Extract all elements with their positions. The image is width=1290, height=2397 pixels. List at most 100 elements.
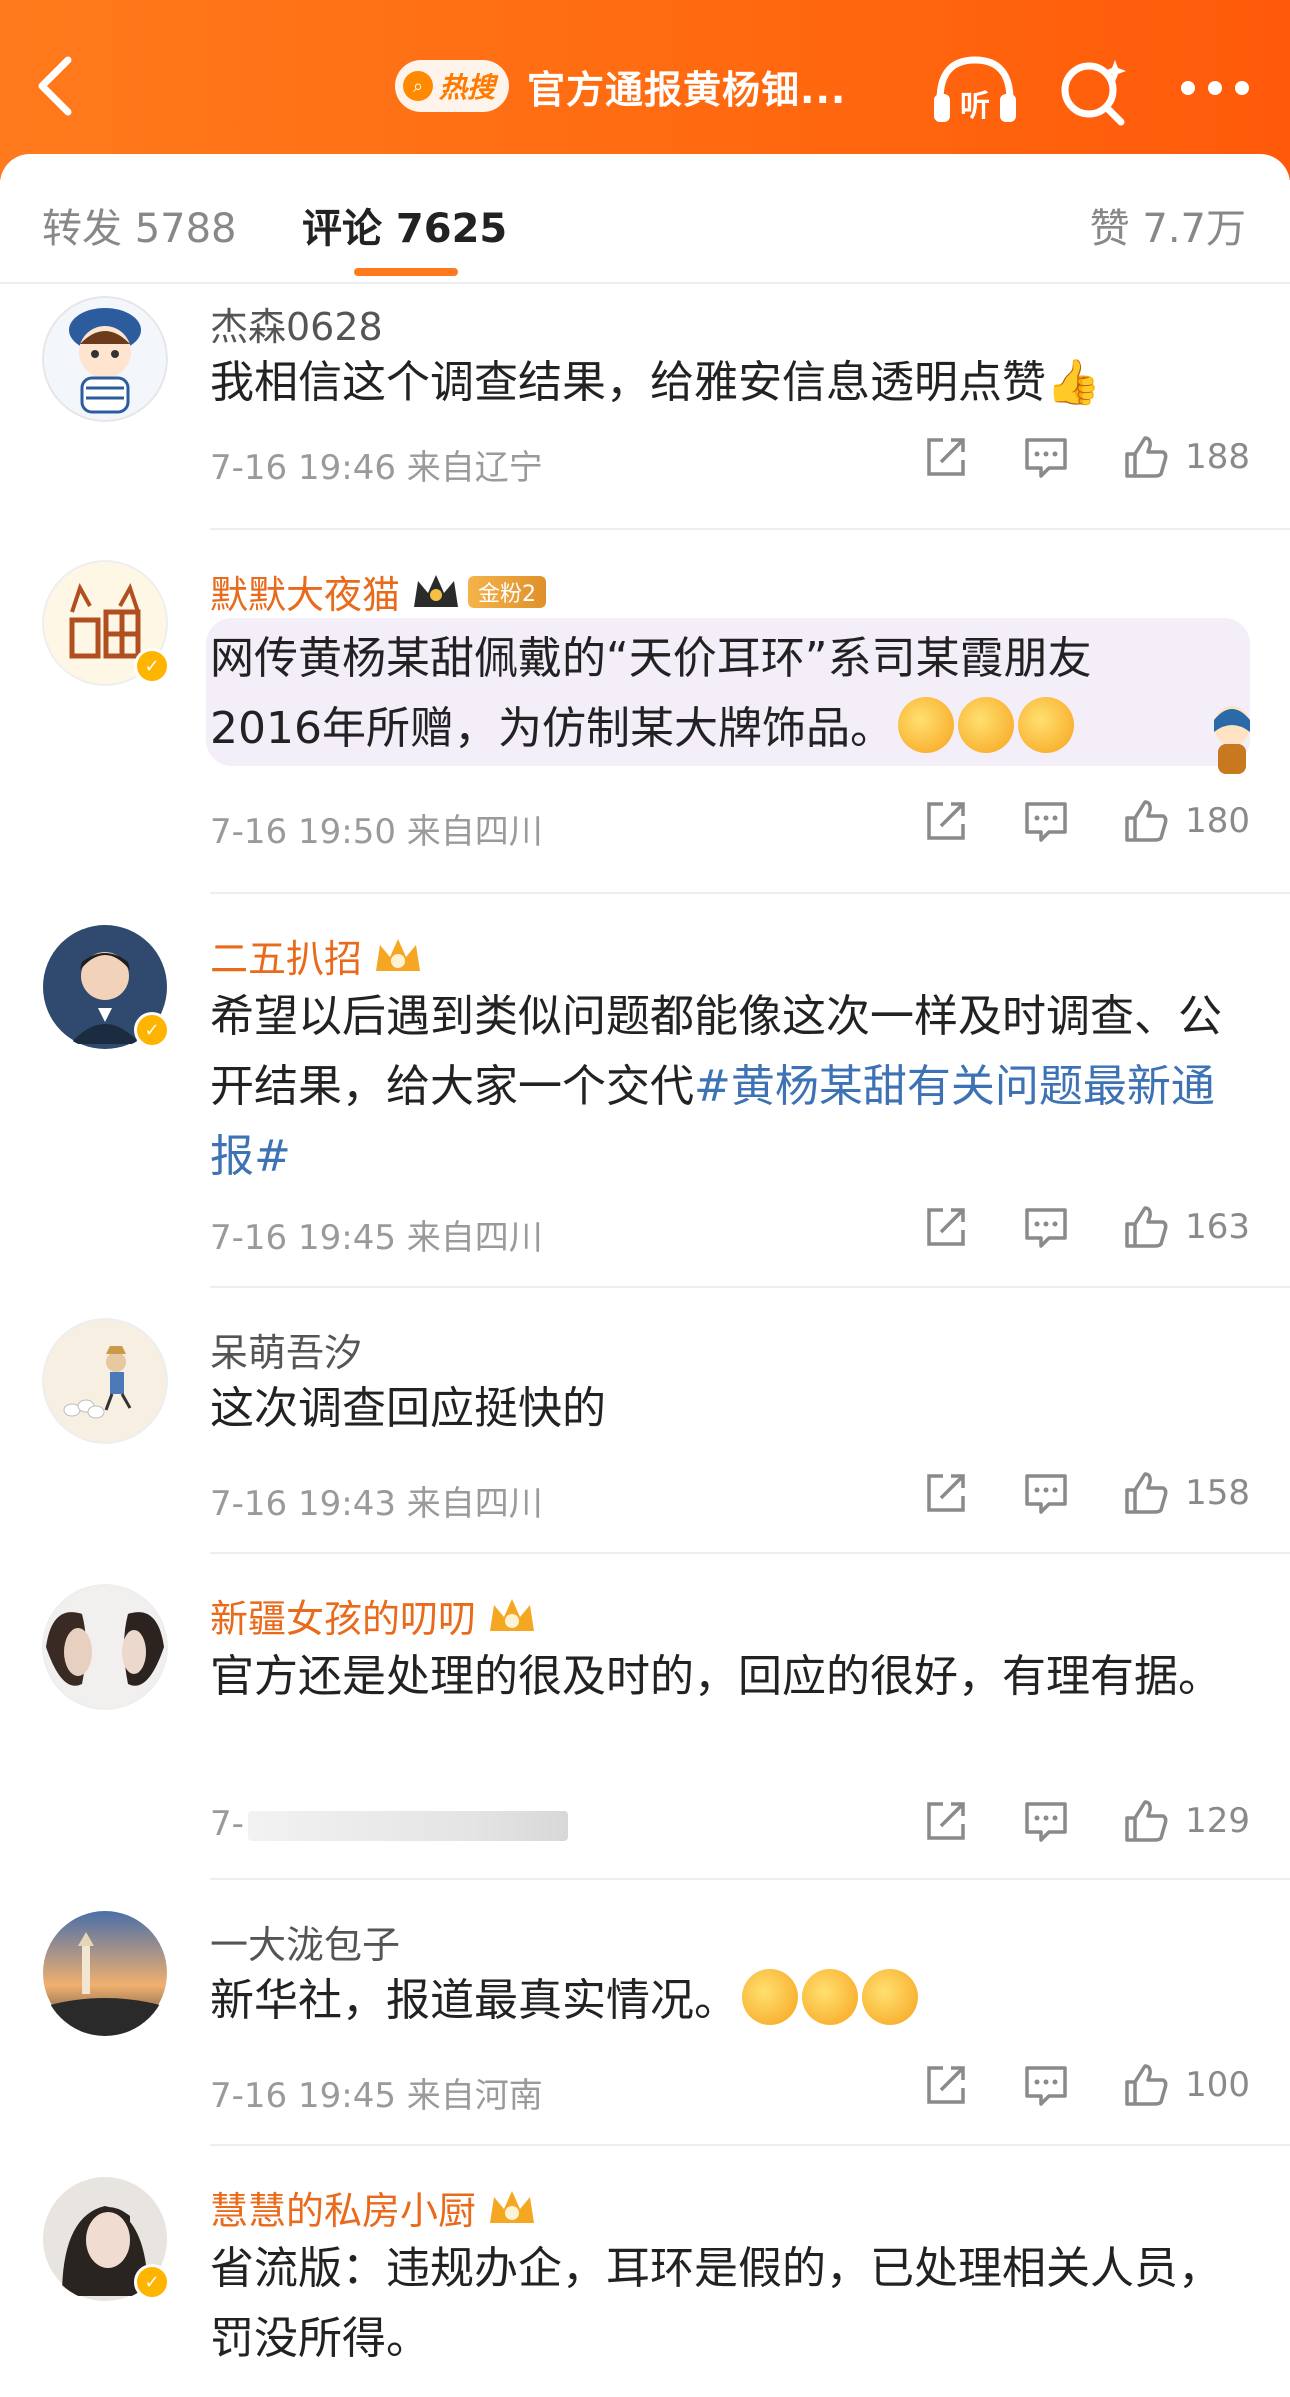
like-count: 188 <box>1185 437 1250 477</box>
comment-actions: 180 <box>921 796 1250 846</box>
comment-text-body: 新华社，报道最真实情况。 <box>210 1975 738 2026</box>
avatar[interactable] <box>42 296 168 422</box>
comment-time: 7-16 19:46 <box>210 448 396 488</box>
blurred-region <box>247 1810 568 1841</box>
comment-text-line2: 2016年所赠，为仿制某大牌饰品。 <box>210 703 894 754</box>
search-icon[interactable] <box>1055 52 1135 128</box>
hot-badge-label: 热搜 <box>439 71 496 104</box>
emoji-icon <box>802 1969 858 2025</box>
comment-text: 这次调查回应挺快的 <box>210 1383 606 1434</box>
username-text: 慧慧的私房小厨 <box>210 2189 477 2233</box>
title-area[interactable]: ⌕ 热搜 官方通报黄杨钿... <box>395 56 846 116</box>
username[interactable]: 慧慧的私房小厨 <box>210 2180 538 2235</box>
search-small-icon: ⌕ <box>403 71 433 101</box>
share-icon[interactable] <box>921 2060 971 2110</box>
comment-location: 来自四川 <box>406 812 543 852</box>
comment-location: 来自四川 <box>406 1484 543 1524</box>
comment-text-line: 网传黄杨某甜佩戴的“天价耳环”系司某霞朋友 <box>210 633 1092 684</box>
comment-text: 省流版：违规办企，耳环是假的，已处理相关人员，罚没所得。 <box>210 2243 1222 2364</box>
comment-item: 呆萌吾汐 这次调查回应挺快的 7-16 19:43 来自四川 158 <box>0 1288 1290 1554</box>
comment-actions: 158 <box>921 1468 1250 1518</box>
comment-time: 7-16 19:45 <box>210 1218 396 1258</box>
comment-meta: 7- <box>210 1804 568 1844</box>
comment-location: 来自河南 <box>406 2076 543 2116</box>
verified-icon: ✓ <box>134 2264 170 2300</box>
username[interactable]: 呆萌吾汐 <box>210 1322 362 1377</box>
avatar[interactable] <box>42 1910 168 2036</box>
comment-icon[interactable] <box>1021 1468 1071 1518</box>
tab-bar: 转发 5788 评论 7625 赞 7.7万 <box>0 154 1290 284</box>
like-icon[interactable] <box>1121 1796 1171 1846</box>
crown-icon <box>490 2190 535 2223</box>
emoji-icon <box>862 1969 918 2025</box>
like-count: 100 <box>1185 2065 1250 2105</box>
avatar[interactable] <box>42 1584 168 1710</box>
comment-icon[interactable] <box>1021 796 1071 846</box>
comment-item: 一大泷包子 新华社，报道最真实情况。 7-16 19:45 来自河南 100 <box>0 1880 1290 2146</box>
share-icon[interactable] <box>921 1202 971 1252</box>
comment-time: 7-16 19:43 <box>210 1484 396 1524</box>
username[interactable]: 新疆女孩的叨叨 <box>210 1588 538 1643</box>
emoji-icon <box>957 697 1014 753</box>
comment-meta: 7-16 19:50 来自四川 <box>210 804 543 853</box>
username-text: 新疆女孩的叨叨 <box>210 1597 477 1641</box>
back-icon[interactable] <box>28 50 84 122</box>
tab-indicator <box>354 268 458 276</box>
share-icon[interactable] <box>921 1468 971 1518</box>
comment-item: 杰森0628 我相信这个调查结果，给雅安信息透明点赞👍 7-16 19:46 来… <box>0 286 1290 530</box>
username-text: 杰森0628 <box>210 305 383 349</box>
comment-item: ✓ 默默大夜猫 金粉2 网传黄杨某甜佩戴的“天价耳环”系司某霞朋友 2016年所… <box>0 530 1290 894</box>
username-text: 二五扒招 <box>210 937 363 981</box>
comment-time: 7- <box>210 1804 244 1844</box>
like-count: 158 <box>1185 1473 1250 1513</box>
comment-meta: 7-16 19:45 来自四川 <box>210 1210 543 1259</box>
more-icon[interactable] <box>1175 60 1255 116</box>
comment-meta: 7-16 19:46 来自辽宁 <box>210 440 543 489</box>
like-count: 163 <box>1185 1207 1250 1247</box>
comment-actions: 188 <box>921 432 1250 482</box>
tab-likes[interactable]: 赞 7.7万 <box>1090 196 1246 254</box>
avatar[interactable]: ✓ <box>42 2176 170 2302</box>
username-text: 一大泷包子 <box>210 1923 401 1967</box>
comment-icon[interactable] <box>1021 1796 1071 1846</box>
comment-text: 官方还是处理的很及时的，回应的很好，有理有据。 <box>210 1651 1222 1702</box>
username-text: 默默大夜猫 <box>210 573 401 617</box>
avatar[interactable]: ✓ <box>42 924 170 1050</box>
comment-icon[interactable] <box>1021 1202 1071 1252</box>
comment-icon[interactable] <box>1021 432 1071 482</box>
page-title: 官方通报黄杨钿... <box>527 67 847 112</box>
username[interactable]: 一大泷包子 <box>210 1914 400 1969</box>
like-count: 129 <box>1185 1801 1250 1841</box>
avatar[interactable]: ✓ <box>42 560 170 686</box>
decoration-figure-icon <box>1214 706 1250 774</box>
share-icon[interactable] <box>921 796 971 846</box>
username[interactable]: 默默大夜猫 金粉2 <box>210 564 547 619</box>
comment-text: 希望以后遇到类似问题都能像这次一样及时调查、公开结果，给大家一个交代#黄杨某甜有… <box>210 982 1250 1192</box>
comment-time: 7-16 19:50 <box>210 812 396 852</box>
like-icon[interactable] <box>1121 432 1171 482</box>
comment-time: 7-16 19:45 <box>210 2076 396 2116</box>
like-icon[interactable] <box>1121 1202 1171 1252</box>
comment-meta: 7-16 19:45 来自河南 <box>210 2068 543 2117</box>
like-icon[interactable] <box>1121 1468 1171 1518</box>
share-icon[interactable] <box>921 1796 971 1846</box>
fan-badge: 金粉2 <box>468 575 547 608</box>
crown-icon <box>376 938 421 971</box>
like-icon[interactable] <box>1121 2060 1171 2110</box>
comment-icon[interactable] <box>1021 2060 1071 2110</box>
tab-repost[interactable]: 转发 5788 <box>42 196 237 254</box>
listen-button[interactable]: 听 <box>930 50 1020 130</box>
emoji-icon <box>897 697 954 753</box>
like-count: 180 <box>1185 801 1250 841</box>
emoji-icon <box>742 1969 798 2025</box>
like-icon[interactable] <box>1121 796 1171 846</box>
share-icon[interactable] <box>921 432 971 482</box>
comment-location: 来自辽宁 <box>406 448 543 488</box>
username[interactable]: 杰森0628 <box>210 296 383 351</box>
comment-text: 我相信这个调查结果，给雅安信息透明点赞👍 <box>210 357 1101 408</box>
avatar[interactable] <box>42 1318 168 1444</box>
username[interactable]: 二五扒招 <box>210 928 424 983</box>
comment-text: 网传黄杨某甜佩戴的“天价耳环”系司某霞朋友 2016年所赠，为仿制某大牌饰品。 <box>210 624 1250 764</box>
verified-icon: ✓ <box>134 648 170 684</box>
emoji-icon <box>1017 697 1074 753</box>
